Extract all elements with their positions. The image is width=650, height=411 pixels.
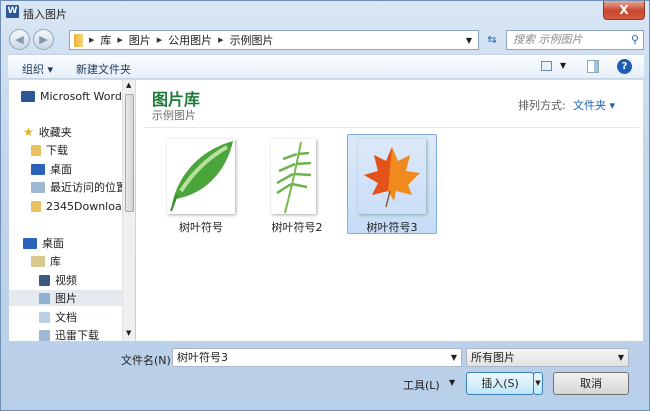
view-dropdown-icon[interactable]: ▼	[560, 61, 566, 70]
search-icon: ⚲	[630, 33, 639, 46]
address-bar[interactable]: ▶ 库 ▶ 图片 ▶ 公用图片 ▶ 示例图片 ▼	[69, 30, 479, 50]
sort-dropdown[interactable]: 文件夹 ▾	[573, 97, 615, 113]
preview-pane-icon[interactable]	[587, 60, 599, 73]
navigation-pane: Microsoft Word ★ 收藏夹 下载 桌面 最近访问的位置 2345Do…	[9, 80, 122, 341]
chevron-right-icon: ▶	[89, 36, 95, 44]
star-icon: ★	[23, 125, 34, 139]
library-icon	[31, 255, 45, 267]
fern-thumbnail	[271, 139, 316, 214]
folder-icon	[31, 200, 41, 212]
scrollbar-thumb[interactable]	[125, 94, 134, 212]
chevron-right-icon: ▶	[117, 36, 123, 44]
downloads-icon	[31, 144, 41, 156]
desktop-icon	[23, 237, 37, 249]
desktop-icon	[31, 163, 45, 175]
divider	[144, 127, 639, 128]
organize-button[interactable]: 组织 ▾	[22, 61, 53, 77]
scroll-down-icon[interactable]: ▼	[126, 329, 131, 337]
insert-button[interactable]: 插入(S)	[466, 372, 534, 395]
sidebar-item-xunlei[interactable]: 迅雷下载	[39, 327, 99, 341]
sidebar-item-downloads[interactable]: 下载	[31, 142, 68, 158]
leaf-thumbnail	[167, 139, 235, 214]
breadcrumb-library[interactable]: 库	[100, 32, 111, 48]
back-button[interactable]: ◀	[9, 29, 30, 50]
sidebar-scrollbar[interactable]: ▲ ▼	[122, 80, 135, 341]
word-icon	[21, 90, 35, 102]
sidebar-item-videos[interactable]: 视频	[39, 272, 77, 288]
dialog-footer: 文件名(N): 树叶符号3 ▼ 所有图片 ▼ 工具(L) ▼ 插入(S) ▼ 取消	[8, 341, 644, 405]
file-name: 树叶符号3	[366, 221, 418, 234]
file-item-selected[interactable]: 树叶符号3	[347, 134, 437, 234]
pictures-icon	[39, 292, 50, 304]
chevron-right-icon: ▶	[156, 36, 163, 44]
sort-label: 排列方式:	[518, 99, 566, 112]
close-button[interactable]: X	[603, 1, 645, 20]
file-item[interactable]: 树叶符号	[156, 134, 246, 234]
insert-dropdown-button[interactable]: ▼	[533, 372, 543, 395]
filename-input[interactable]: 树叶符号3 ▼	[172, 348, 462, 367]
sidebar-item-documents[interactable]: 文档	[39, 309, 77, 325]
view-icon[interactable]	[541, 61, 552, 71]
breadcrumb-pictures[interactable]: 图片	[129, 32, 151, 48]
maple-leaf-thumbnail	[358, 139, 426, 214]
help-icon[interactable]: ?	[617, 59, 632, 74]
window-title: 插入图片	[23, 8, 67, 21]
breadcrumb-sample-pictures[interactable]: 示例图片	[230, 32, 274, 48]
file-name: 树叶符号2	[271, 221, 323, 234]
documents-icon	[39, 311, 50, 323]
sidebar-item-desktop-fav[interactable]: 桌面	[31, 161, 72, 177]
sidebar-item-pictures[interactable]: 图片	[9, 290, 122, 306]
recent-places-icon	[31, 181, 45, 193]
word-icon: W	[6, 5, 19, 18]
chevron-down-icon: ▼	[617, 353, 624, 362]
toolbar: 组织 ▾ 新建文件夹 ▼ ?	[8, 54, 644, 79]
filename-label: 文件名(N):	[121, 354, 175, 367]
sidebar-item-2345downloads[interactable]: 2345Downloads	[31, 198, 122, 214]
library-subtitle: 示例图片	[152, 109, 196, 122]
video-icon	[39, 274, 50, 286]
tools-dropdown-icon[interactable]: ▼	[449, 378, 455, 387]
sidebar-item-word[interactable]: Microsoft Word	[21, 88, 122, 104]
scroll-up-icon[interactable]: ▲	[126, 81, 131, 89]
sidebar-favorites[interactable]: ★ 收藏夹	[23, 124, 72, 140]
chevron-down-icon[interactable]: ▼	[451, 349, 457, 366]
forward-button[interactable]: ▶	[33, 29, 54, 50]
breadcrumb-public-pictures[interactable]: 公用图片	[168, 32, 212, 48]
search-input[interactable]: 搜索 示例图片 ⚲	[506, 30, 644, 50]
tools-button[interactable]: 工具(L)	[403, 377, 440, 393]
folder-icon	[74, 33, 83, 47]
sidebar-item-library[interactable]: 库	[31, 253, 61, 269]
address-dropdown-icon[interactable]: ▼	[466, 36, 472, 45]
cancel-button[interactable]: 取消	[553, 372, 629, 395]
file-name: 树叶符号	[179, 221, 223, 234]
sidebar-item-desktop[interactable]: 桌面	[23, 235, 64, 251]
downloads-icon	[39, 329, 50, 341]
new-folder-button[interactable]: 新建文件夹	[76, 61, 131, 77]
file-list: 图片库 示例图片 排列方式: 文件夹 ▾ 树叶符号 树叶符号2 树叶符号3	[136, 80, 643, 341]
insert-picture-dialog: W 插入图片 X ◀ ▶ ▶ 库 ▶ 图片 ▶ 公用图片 ▶ 示例图片 ▼ ⇆ …	[0, 0, 650, 411]
filetype-select[interactable]: 所有图片 ▼	[466, 348, 629, 367]
sidebar-item-recent[interactable]: 最近访问的位置	[31, 179, 122, 195]
refresh-icon[interactable]: ⇆	[482, 30, 502, 50]
chevron-right-icon: ▶	[218, 36, 224, 44]
file-item[interactable]: 树叶符号2	[252, 134, 342, 234]
